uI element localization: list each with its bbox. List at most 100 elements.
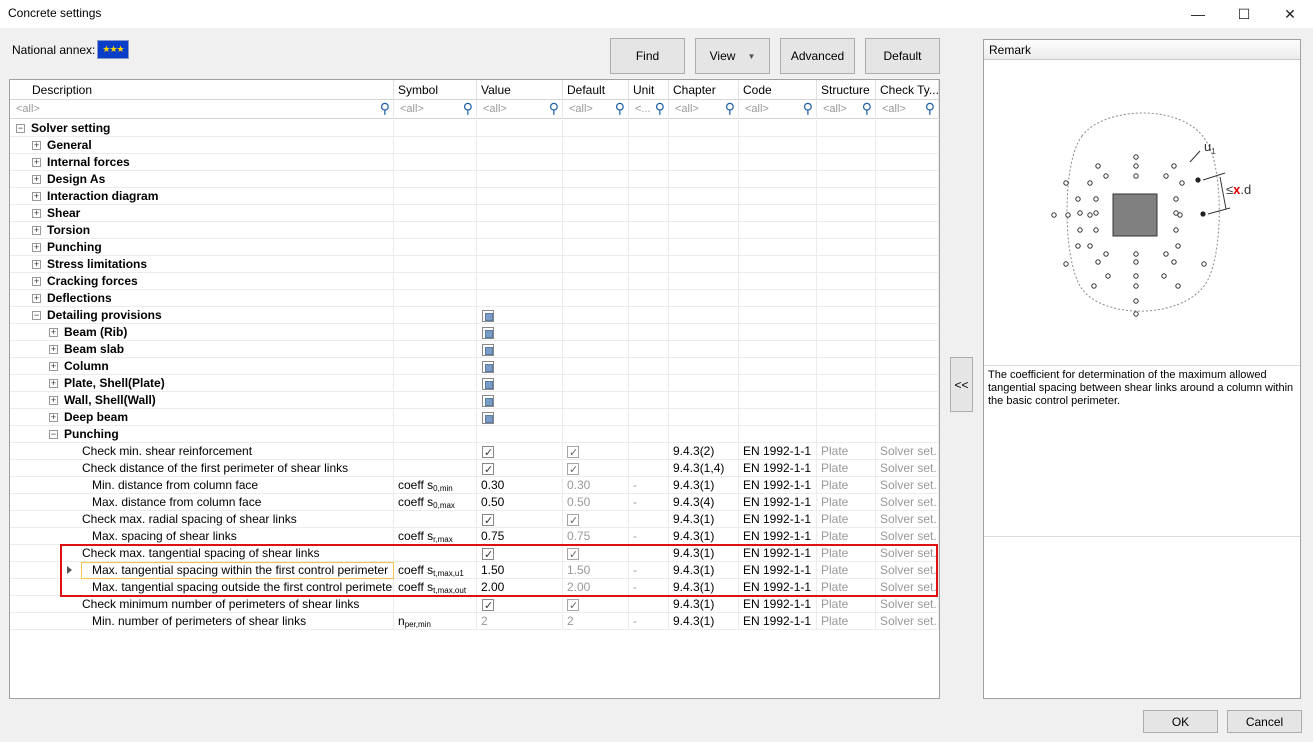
row-description[interactable]: + Cracking forces <box>10 273 394 290</box>
table-row[interactable]: Min. number of perimeters of shear links… <box>10 613 939 630</box>
collapse-icon[interactable]: − <box>49 430 58 440</box>
column-header-default[interactable]: Default <box>563 80 629 100</box>
eu-flag-icon[interactable]: ★★★ <box>97 40 129 59</box>
table-row[interactable]: Check minimum number of perimeters of sh… <box>10 596 939 613</box>
search-icon[interactable]: ⚲ <box>925 101 935 116</box>
expand-icon[interactable]: + <box>32 175 41 185</box>
ok-button[interactable]: OK <box>1143 710 1218 733</box>
cell-value[interactable]: 2 <box>477 613 563 630</box>
table-row[interactable]: + Stress limitations <box>10 256 939 273</box>
settings-grid[interactable]: Description Symbol Value Default Unit Chapter… <box>9 79 940 699</box>
row-description[interactable]: − Solver setting <box>10 120 394 137</box>
filter-default[interactable]: <all> ⚲ <box>563 100 629 119</box>
table-row[interactable]: + Punching <box>10 239 939 256</box>
table-row[interactable]: + Beam slab <box>10 341 939 358</box>
row-description[interactable]: Check max. radial spacing of shear links <box>10 511 394 528</box>
row-description[interactable]: + Wall, Shell(Wall) <box>10 392 394 409</box>
cell-value[interactable] <box>477 443 563 460</box>
filter-code[interactable]: <all> ⚲ <box>739 100 817 119</box>
value-checkbox[interactable] <box>482 445 494 460</box>
cell-value[interactable]: 0.50 <box>477 494 563 511</box>
cell-value[interactable] <box>477 324 563 341</box>
value-checkbox[interactable] <box>482 513 494 528</box>
filter-value[interactable]: <all> ⚲ <box>477 100 563 119</box>
cell-value[interactable] <box>477 358 563 375</box>
column-header-symbol[interactable]: Symbol <box>394 80 477 100</box>
expand-icon[interactable]: + <box>49 396 58 406</box>
cell-value[interactable] <box>477 511 563 528</box>
row-description[interactable]: Min. number of perimeters of shear links <box>10 613 394 630</box>
minimize-button[interactable]: — <box>1175 0 1221 28</box>
row-description[interactable]: + Beam (Rib) <box>10 324 394 341</box>
search-icon[interactable]: ⚲ <box>615 101 625 116</box>
cell-value[interactable] <box>477 290 563 307</box>
cell-value[interactable] <box>477 256 563 273</box>
filter-chapter[interactable]: <all> ⚲ <box>669 100 739 119</box>
collapse-icon[interactable]: − <box>16 124 25 134</box>
table-row[interactable]: + Column <box>10 358 939 375</box>
row-description[interactable]: + Torsion <box>10 222 394 239</box>
row-description[interactable]: + Punching <box>10 239 394 256</box>
row-description[interactable]: Check minimum number of perimeters of sh… <box>10 596 394 613</box>
table-row[interactable]: − Solver setting <box>10 120 939 137</box>
filter-description[interactable]: <all> ⚲ <box>10 100 394 119</box>
column-header-chapter[interactable]: Chapter <box>669 80 739 100</box>
row-description[interactable]: + Column <box>10 358 394 375</box>
expand-icon[interactable]: + <box>32 158 41 168</box>
cell-value[interactable] <box>477 596 563 613</box>
table-row[interactable]: + General <box>10 137 939 154</box>
cell-value[interactable]: 0.75 <box>477 528 563 545</box>
cell-value[interactable]: 0.30 <box>477 477 563 494</box>
expand-icon[interactable]: + <box>49 379 58 389</box>
cancel-button[interactable]: Cancel <box>1227 710 1302 733</box>
cell-value[interactable] <box>477 392 563 409</box>
row-description[interactable]: Max. spacing of shear links <box>10 528 394 545</box>
search-icon[interactable]: ⚲ <box>655 101 665 116</box>
cell-value[interactable] <box>477 460 563 477</box>
cell-value[interactable] <box>477 222 563 239</box>
table-row[interactable]: + Cracking forces <box>10 273 939 290</box>
cell-value[interactable] <box>477 188 563 205</box>
search-icon[interactable]: ⚲ <box>380 101 390 116</box>
value-checkbox[interactable] <box>482 395 494 408</box>
search-icon[interactable]: ⚲ <box>725 101 735 116</box>
column-header-description[interactable]: Description <box>10 80 394 100</box>
cell-value[interactable] <box>477 205 563 222</box>
cell-value[interactable] <box>477 120 563 137</box>
advanced-button[interactable]: Advanced <box>780 38 855 74</box>
cell-value[interactable] <box>477 239 563 256</box>
row-description[interactable]: + Interaction diagram <box>10 188 394 205</box>
value-checkbox[interactable] <box>482 598 494 613</box>
table-row[interactable]: + Wall, Shell(Wall) <box>10 392 939 409</box>
cell-value[interactable] <box>477 409 563 426</box>
expand-icon[interactable]: + <box>32 209 41 219</box>
search-icon[interactable]: ⚲ <box>803 101 813 116</box>
cell-value[interactable] <box>477 171 563 188</box>
search-icon[interactable]: ⚲ <box>862 101 872 116</box>
expand-icon[interactable]: + <box>32 141 41 151</box>
expand-icon[interactable]: + <box>49 413 58 423</box>
value-checkbox[interactable] <box>482 344 494 357</box>
filter-symbol[interactable]: <all> ⚲ <box>394 100 477 119</box>
expand-icon[interactable]: + <box>32 294 41 304</box>
table-row[interactable]: Max. spacing of shear links coeff sr,max 0… <box>10 528 939 545</box>
expand-icon[interactable]: + <box>32 243 41 253</box>
cell-value[interactable] <box>477 154 563 171</box>
expand-icon[interactable]: + <box>32 260 41 270</box>
expand-icon[interactable]: + <box>49 328 58 338</box>
collapse-panel-button[interactable]: << <box>950 357 973 412</box>
close-button[interactable]: ✕ <box>1267 0 1313 28</box>
value-checkbox[interactable] <box>482 327 494 340</box>
table-row[interactable]: + Deep beam <box>10 409 939 426</box>
column-header-unit[interactable]: Unit <box>629 80 669 100</box>
column-header-code[interactable]: Code <box>739 80 817 100</box>
search-icon[interactable]: ⚲ <box>463 101 473 116</box>
expand-icon[interactable]: + <box>32 226 41 236</box>
row-description[interactable]: Min. distance from column face <box>10 477 394 494</box>
cell-value[interactable] <box>477 307 563 324</box>
value-checkbox[interactable] <box>482 361 494 374</box>
cell-value[interactable] <box>477 341 563 358</box>
row-description[interactable]: + Design As <box>10 171 394 188</box>
cell-value[interactable] <box>477 426 563 443</box>
value-checkbox[interactable] <box>482 412 494 425</box>
